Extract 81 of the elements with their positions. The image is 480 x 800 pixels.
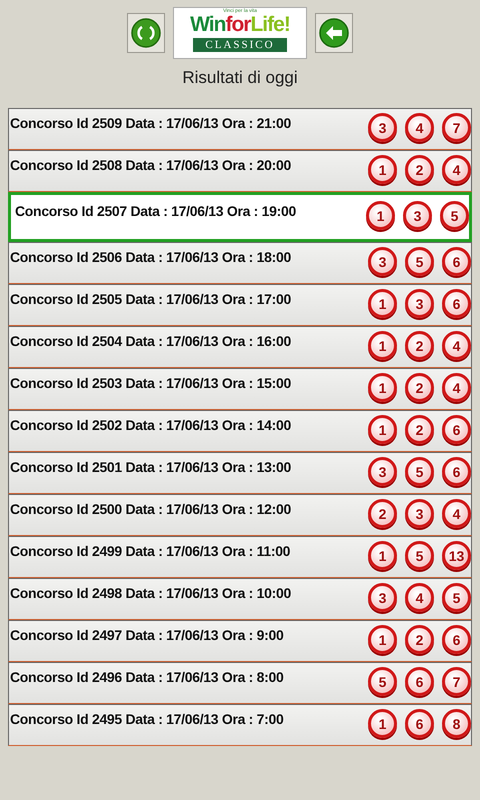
number-ball: 2 (368, 499, 397, 528)
refresh-button[interactable] (127, 12, 165, 52)
number-ball: 1 (368, 415, 397, 444)
logo-edition: CLASSICO (193, 38, 287, 52)
draw-row[interactable]: Concorso Id 2502 Data : 17/06/13 Ora : 14:00 1 2 6 (8, 410, 472, 452)
number-ball: 5 (405, 541, 434, 570)
draw-row[interactable]: Concorso Id 2497 Data : 17/06/13 Ora : 9:00 1 2 6 (8, 620, 472, 662)
draw-label: Concorso Id 2498 Data : 17/06/13 Ora : 10:00 (10, 585, 291, 601)
draw-label: Concorso Id 2503 Data : 17/06/13 Ora : 15:00 (10, 375, 291, 391)
number-ball: 4 (442, 373, 471, 402)
number-ball: 6 (442, 625, 471, 654)
draw-row[interactable]: Concorso Id 2501 Data : 17/06/13 Ora : 13:00 3 5 6 (8, 452, 472, 494)
draw-row[interactable]: Concorso Id 2504 Data : 17/06/13 Ora : 16:00 1 2 4 (8, 326, 472, 368)
number-ball: 3 (403, 201, 432, 230)
number-ball: 6 (405, 709, 434, 738)
draw-row[interactable]: Concorso Id 2498 Data : 17/06/13 Ora : 10:00 3 4 5 (8, 578, 472, 620)
number-ball: 6 (442, 457, 471, 486)
number-ball: 8 (442, 709, 471, 738)
number-ball: 2 (405, 373, 434, 402)
number-ball: 2 (405, 331, 434, 360)
number-ball: 1 (368, 625, 397, 654)
draw-row[interactable]: Concorso Id 2508 Data : 17/06/13 Ora : 20:00 1 2 4 (8, 150, 472, 192)
number-ball: 3 (405, 499, 434, 528)
number-ball: 7 (442, 113, 471, 142)
draw-row[interactable]: Concorso Id 2503 Data : 17/06/13 Ora : 15:00 1 2 4 (8, 368, 472, 410)
draw-row[interactable]: Concorso Id 2496 Data : 17/06/13 Ora : 8:00 5 6 7 (8, 662, 472, 704)
draw-row[interactable]: Concorso Id 2506 Data : 17/06/13 Ora : 18:00 3 5 6 (8, 242, 472, 284)
number-ball: 3 (405, 289, 434, 318)
number-ball: 5 (440, 201, 469, 230)
number-ball: 4 (442, 331, 471, 360)
draw-label: Concorso Id 2500 Data : 17/06/13 Ora : 12:00 (10, 501, 291, 517)
number-ball: 1 (368, 373, 397, 402)
number-ball: 2 (405, 415, 434, 444)
number-ball: 5 (405, 457, 434, 486)
number-ball: 1 (368, 331, 397, 360)
number-ball: 3 (368, 113, 397, 142)
draw-label: Concorso Id 2505 Data : 17/06/13 Ora : 17:00 (10, 291, 291, 307)
number-ball: 1 (368, 155, 397, 184)
draw-label: Concorso Id 2509 Data : 17/06/13 Ora : 21:00 (10, 115, 291, 131)
draw-row[interactable]: Concorso Id 2499 Data : 17/06/13 Ora : 11:00 1 5 13 (8, 536, 472, 578)
draw-label: Concorso Id 2504 Data : 17/06/13 Ora : 16:00 (10, 333, 291, 349)
draw-label: Concorso Id 2507 Data : 17/06/13 Ora : 19:00 (15, 203, 296, 219)
draw-label: Concorso Id 2499 Data : 17/06/13 Ora : 11:00 (10, 543, 290, 559)
number-ball: 4 (442, 155, 471, 184)
logo-brand: WinforLife! (190, 14, 290, 36)
number-ball: 1 (368, 289, 397, 318)
number-ball: 4 (442, 499, 471, 528)
draw-label: Concorso Id 2495 Data : 17/06/13 Ora : 7:00 (10, 711, 284, 727)
draw-label: Concorso Id 2496 Data : 17/06/13 Ora : 8:00 (10, 669, 284, 685)
draw-row[interactable]: Concorso Id 2500 Data : 17/06/13 Ora : 12:00 2 3 4 (8, 494, 472, 536)
refresh-icon (131, 18, 161, 48)
number-ball: 4 (405, 113, 434, 142)
draw-row[interactable]: Concorso Id 2507 Data : 17/06/13 Ora : 19:00 1 3 5 (8, 192, 472, 242)
number-ball: 1 (368, 709, 397, 738)
draw-label: Concorso Id 2501 Data : 17/06/13 Ora : 13:00 (10, 459, 291, 475)
number-ball: 6 (405, 667, 434, 696)
draw-row[interactable]: Concorso Id 2505 Data : 17/06/13 Ora : 17:00 1 3 6 (8, 284, 472, 326)
number-ball: 1 (366, 201, 395, 230)
number-ball: 5 (405, 247, 434, 276)
number-ball: 1 (368, 541, 397, 570)
number-ball: 2 (405, 155, 434, 184)
number-ball: 5 (442, 583, 471, 612)
back-button[interactable] (315, 12, 353, 52)
number-ball: 4 (405, 583, 434, 612)
number-ball: 7 (442, 667, 471, 696)
number-ball: 3 (368, 457, 397, 486)
number-ball: 6 (442, 289, 471, 318)
draw-row[interactable]: Concorso Id 2509 Data : 17/06/13 Ora : 21:00 3 4 7 (8, 108, 472, 150)
number-ball: 6 (442, 247, 471, 276)
page-title: Risultati di oggi (181, 68, 299, 89)
draw-row[interactable]: Concorso Id 2495 Data : 17/06/13 Ora : 7:00 1 6 8 (8, 704, 472, 746)
number-ball: 5 (368, 667, 397, 696)
draw-label: Concorso Id 2508 Data : 17/06/13 Ora : 20:00 (10, 157, 291, 173)
number-ball: 3 (368, 583, 397, 612)
number-ball: 3 (368, 247, 397, 276)
number-ball: 2 (405, 625, 434, 654)
draw-label: Concorso Id 2502 Data : 17/06/13 Ora : 14:00 (10, 417, 291, 433)
draw-label: Concorso Id 2506 Data : 17/06/13 Ora : 18:00 (10, 249, 291, 265)
draw-label: Concorso Id 2497 Data : 17/06/13 Ora : 9:00 (10, 627, 284, 643)
number-ball: 6 (442, 415, 471, 444)
number-ball: 13 (442, 541, 471, 570)
